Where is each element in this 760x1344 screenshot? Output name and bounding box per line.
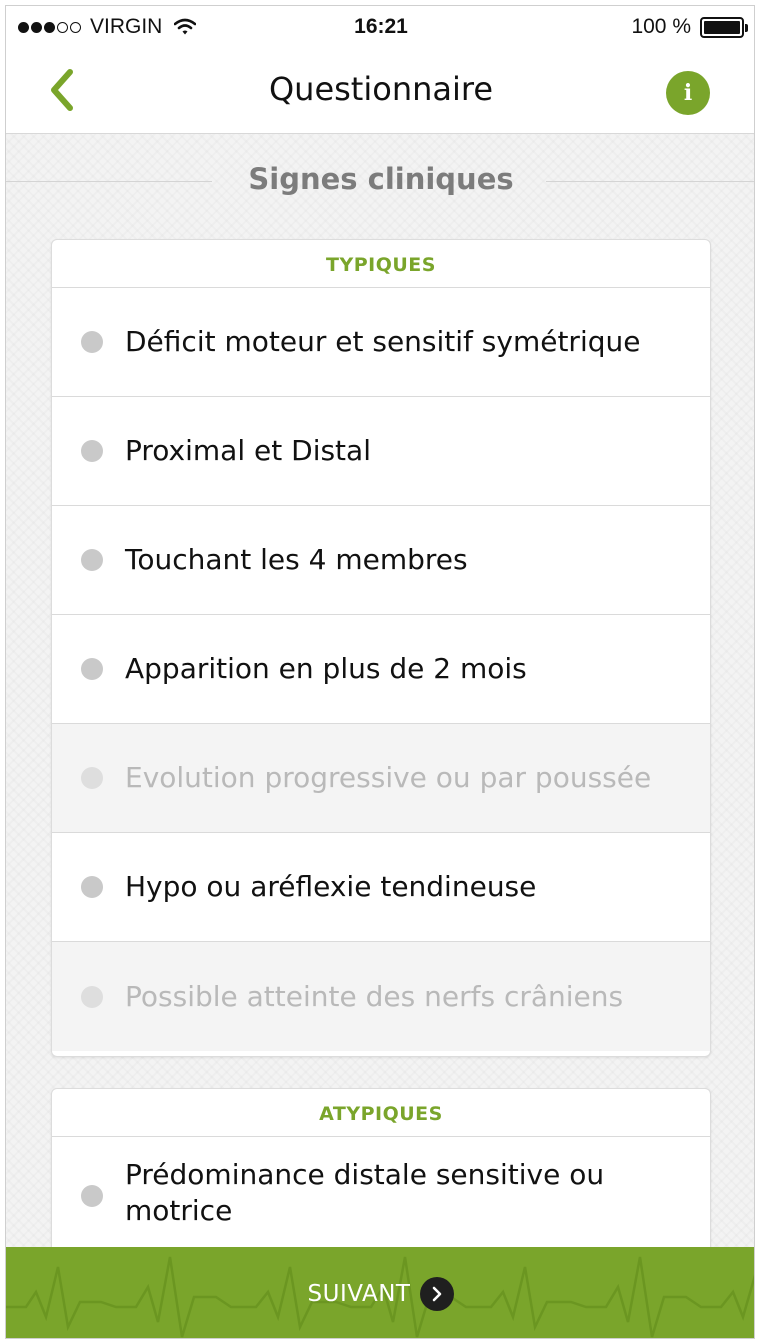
radio-button[interactable] [81, 1185, 103, 1207]
next-button[interactable]: SUIVANT [6, 1277, 754, 1311]
radio-button[interactable] [81, 876, 103, 898]
option-row[interactable]: Apparition en plus de 2 mois [52, 615, 710, 724]
page-title: Questionnaire [268, 70, 494, 108]
option-label: Touchant les 4 membres [125, 543, 468, 576]
card-title-typiques: TYPIQUES [52, 240, 710, 288]
status-bar: VIRGIN 16:21 100 % [6, 6, 754, 46]
option-row-disabled: Possible atteinte des nerfs crâniens [52, 942, 710, 1051]
option-label: Evolution progressive ou par poussée [125, 761, 652, 794]
option-label: Proximal et Distal [125, 434, 371, 467]
navigation-bar: Questionnaire i [6, 46, 754, 134]
info-icon: i [683, 80, 693, 106]
chevron-right-icon [420, 1277, 455, 1311]
info-button[interactable]: i [666, 71, 710, 115]
app-screen: VIRGIN 16:21 100 % Questionnaire i Signe… [5, 5, 755, 1339]
radio-button [81, 767, 103, 789]
battery-icon [700, 16, 748, 38]
battery-percentage: 100 % [631, 15, 691, 38]
radio-button[interactable] [81, 440, 103, 462]
option-label: Prédominance distale sensitive ou motric… [125, 1158, 605, 1227]
option-row[interactable]: Déficit moteur et sensitif symétrique [52, 288, 710, 397]
option-row[interactable]: Prédominance distale sensitive ou motric… [52, 1137, 710, 1257]
option-row[interactable]: Proximal et Distal [52, 397, 710, 506]
battery-cap [745, 23, 748, 32]
next-button-label: SUIVANT [307, 1281, 411, 1307]
battery-fill [704, 20, 740, 34]
card-title-atypiques: ATYPIQUES [52, 1089, 710, 1137]
status-right: 100 % [631, 15, 748, 39]
option-row[interactable]: Touchant les 4 membres [52, 506, 710, 615]
radio-button[interactable] [81, 331, 103, 353]
option-row-disabled: Evolution progressive ou par poussée [52, 724, 710, 833]
card-typiques: TYPIQUES Déficit moteur et sensitif symé… [51, 239, 711, 1057]
option-label: Hypo ou aréflexie tendineuse [125, 870, 537, 903]
option-label: Déficit moteur et sensitif symétrique [125, 325, 641, 358]
option-label: Possible atteinte des nerfs crâniens [125, 979, 624, 1013]
radio-button[interactable] [81, 549, 103, 571]
option-label: Apparition en plus de 2 mois [125, 652, 527, 685]
footer-bar: SUIVANT [6, 1247, 754, 1338]
divider [546, 181, 754, 182]
radio-button [81, 985, 103, 1008]
radio-button[interactable] [81, 658, 103, 680]
section-heading: Signes cliniques [6, 154, 754, 214]
option-row[interactable]: Hypo ou aréflexie tendineuse [52, 833, 710, 942]
section-title: Signes cliniques [248, 162, 514, 196]
